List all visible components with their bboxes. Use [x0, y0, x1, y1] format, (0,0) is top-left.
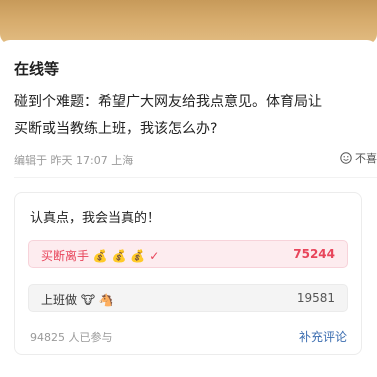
poll-participants: 94825 人已参与 — [30, 331, 113, 344]
post-body-line-1: 碰到个难题：希望广大网友给我点意见。体育局让 — [14, 94, 322, 110]
poll-option-work[interactable]: 上班做 🐮 🐴 19581 — [28, 284, 348, 312]
section-divider — [14, 177, 377, 178]
post-meta: 编辑于 昨天 17:07 上海 — [14, 154, 134, 167]
smile-face-icon — [340, 152, 352, 164]
poll-option-label: 上班做 🐮 🐴 — [41, 293, 114, 307]
poll-title: 认真点，我会当真的！ — [30, 211, 161, 226]
top-banner-image — [0, 0, 377, 44]
reaction-button[interactable]: 不喜 — [340, 150, 377, 166]
poll-option-label: 买断离手 💰 💰 💰 ✓ — [41, 247, 159, 264]
post-title: 在线等 — [14, 60, 60, 78]
post-body-line-2: 买断或当教练上班，我该怎么办? — [14, 121, 218, 137]
poll-option-count: 19581 — [296, 291, 335, 305]
supplement-comment-link[interactable]: 补充评论 — [299, 328, 347, 345]
poll-option-text: 买断离手 💰 💰 💰 — [41, 249, 146, 263]
poll-option-buyout[interactable]: 买断离手 💰 💰 💰 ✓ 75244 — [28, 240, 348, 268]
poll-option-count: 75244 — [293, 247, 335, 261]
poll-card: 认真点，我会当真的！ 买断离手 💰 💰 💰 ✓ 75244 上班做 🐮 🐴 195… — [14, 192, 362, 355]
checkmark-icon: ✓ — [149, 249, 160, 263]
post-page: 在线等 碰到个难题：希望广大网友给我点意见。体育局让 买断或当教练上班，我该怎么… — [0, 0, 377, 377]
reaction-label: 不喜 — [355, 152, 377, 165]
